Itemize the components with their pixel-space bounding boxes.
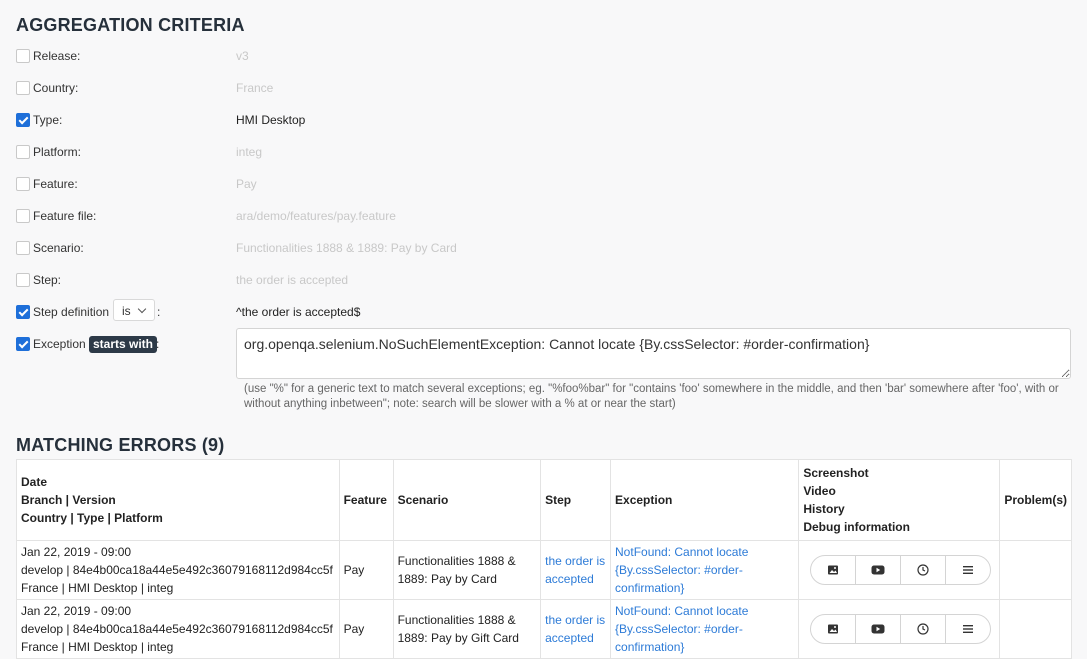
country-header: Country | Type | Platform xyxy=(21,511,163,525)
aggregation-criteria-heading: AGGREGATION CRITERIA xyxy=(16,15,245,35)
debug-button[interactable] xyxy=(946,556,990,584)
feature-column-header: Feature xyxy=(338,459,394,541)
feature-checkbox[interactable] xyxy=(16,177,30,191)
exception-cell: NotFound: Cannot locate {By.cssSelector:… xyxy=(610,599,800,659)
exception-input[interactable]: org.openqa.selenium.NoSuchElementExcepti… xyxy=(236,328,1071,379)
date-header: Date xyxy=(21,475,48,489)
step-value: the order is accepted xyxy=(236,273,349,287)
image-icon xyxy=(828,565,839,575)
feature-file-label: Feature file: xyxy=(33,209,97,223)
step-definition-label: Step definition xyxy=(33,305,110,319)
exception-label: Exception xyxy=(33,337,86,351)
error-branch: develop | 84e4b00ca18a44e5e492c360791681… xyxy=(21,622,333,636)
step-link[interactable]: the order is accepted xyxy=(545,554,605,586)
scenario-column-header: Scenario xyxy=(392,459,542,541)
scenario-checkbox[interactable] xyxy=(16,241,30,255)
error-date: Jan 22, 2019 - 09:00 xyxy=(21,545,132,559)
screenshot-header: Screenshot xyxy=(803,466,869,480)
feature-value: Pay xyxy=(236,177,257,191)
error-branch: develop | 84e4b00ca18a44e5e492c360791681… xyxy=(21,563,333,577)
platform-value: integ xyxy=(236,145,263,159)
operator-selected-value: is xyxy=(122,304,131,318)
step-definition-operator-select[interactable]: is xyxy=(113,299,155,321)
image-icon xyxy=(828,624,839,634)
country-value: France xyxy=(236,81,274,95)
step-definition-colon: : xyxy=(157,305,161,319)
step-link[interactable]: the order is accepted xyxy=(545,613,605,645)
scenario-value: Functionalities 1888 & 1889: Pay by Card xyxy=(236,241,457,255)
release-value: v3 xyxy=(236,49,249,63)
exception-match-mode-badge[interactable]: starts with xyxy=(89,336,158,353)
branch-header: Branch | Version xyxy=(21,493,116,507)
errors-table: Date Branch | Version Country | Type | P… xyxy=(16,459,1072,659)
clock-icon xyxy=(917,623,929,635)
platform-checkbox[interactable] xyxy=(16,145,30,159)
media-column-header: Screenshot Video History Debug informati… xyxy=(798,459,1001,541)
error-date: Jan 22, 2019 - 09:00 xyxy=(21,604,132,618)
menu-icon xyxy=(963,625,974,633)
table-row: Jan 22, 2019 - 09:00 develop | 84e4b00ca… xyxy=(16,540,1072,600)
scenario-label: Scenario: xyxy=(33,241,84,255)
debug-button[interactable] xyxy=(946,615,990,643)
matching-errors-heading: MATCHING ERRORS (9) xyxy=(16,435,225,455)
release-label: Release: xyxy=(33,49,81,63)
video-button[interactable] xyxy=(856,615,902,643)
exception-link[interactable]: NotFound: Cannot locate {By.cssSelector:… xyxy=(615,604,748,654)
feature-cell: Pay xyxy=(338,540,394,600)
feature-file-checkbox[interactable] xyxy=(16,209,30,223)
step-cell: the order is accepted xyxy=(540,540,612,600)
step-cell: the order is accepted xyxy=(540,599,612,659)
date-cell: Jan 22, 2019 - 09:00 develop | 84e4b00ca… xyxy=(16,599,340,659)
scenario-cell: Functionalities 1888 & 1889: Pay by Card xyxy=(392,540,542,600)
debug-header: Debug information xyxy=(803,520,910,534)
step-label: Step: xyxy=(33,273,62,287)
type-label: Type: xyxy=(33,113,63,127)
video-header: Video xyxy=(803,484,836,498)
problems-cell xyxy=(999,540,1072,600)
type-checkbox[interactable] xyxy=(16,113,30,127)
platform-label: Platform: xyxy=(33,145,82,159)
history-button[interactable] xyxy=(901,556,947,584)
screenshot-button[interactable] xyxy=(811,615,857,643)
menu-icon xyxy=(963,566,974,574)
scenario-cell: Functionalities 1888 & 1889: Pay by Gift… xyxy=(392,599,542,659)
media-cell xyxy=(798,599,1001,659)
exception-colon: : xyxy=(156,337,160,351)
date-column-header: Date Branch | Version Country | Type | P… xyxy=(16,459,340,541)
step-definition-checkbox[interactable] xyxy=(16,305,30,319)
youtube-icon xyxy=(871,565,885,575)
exception-cell: NotFound: Cannot locate {By.cssSelector:… xyxy=(610,540,800,600)
country-label: Country: xyxy=(33,81,79,95)
feature-cell: Pay xyxy=(338,599,394,659)
youtube-icon xyxy=(871,624,885,634)
table-row: Jan 22, 2019 - 09:00 develop | 84e4b00ca… xyxy=(16,599,1072,659)
country-checkbox[interactable] xyxy=(16,81,30,95)
exception-link[interactable]: NotFound: Cannot locate {By.cssSelector:… xyxy=(615,545,748,595)
clock-icon xyxy=(917,564,929,576)
exception-help-text: (use "%" for a generic text to match sev… xyxy=(244,383,1059,410)
error-country: France | HMI Desktop | integ xyxy=(21,581,174,595)
step-checkbox[interactable] xyxy=(16,273,30,287)
history-button[interactable] xyxy=(901,615,947,643)
feature-file-value: ara/demo/features/pay.feature xyxy=(236,209,396,223)
exception-column-header: Exception xyxy=(610,459,800,541)
error-country: France | HMI Desktop | integ xyxy=(21,640,174,654)
step-definition-value: ^the order is accepted$ xyxy=(236,305,361,319)
media-button-group xyxy=(810,614,992,644)
exception-checkbox[interactable] xyxy=(16,337,30,351)
problems-cell xyxy=(999,599,1072,659)
screenshot-button[interactable] xyxy=(811,556,857,584)
history-header: History xyxy=(803,502,845,516)
video-button[interactable] xyxy=(856,556,902,584)
date-cell: Jan 22, 2019 - 09:00 develop | 84e4b00ca… xyxy=(16,540,340,600)
feature-label: Feature: xyxy=(33,177,78,191)
media-button-group xyxy=(810,555,992,585)
problems-column-header: Problem(s) xyxy=(999,459,1072,541)
step-column-header: Step xyxy=(540,459,612,541)
release-checkbox[interactable] xyxy=(16,49,30,63)
media-cell xyxy=(798,540,1001,600)
table-header-row: Date Branch | Version Country | Type | P… xyxy=(16,459,1072,541)
type-value: HMI Desktop xyxy=(236,113,306,127)
chevron-down-icon xyxy=(137,304,147,314)
